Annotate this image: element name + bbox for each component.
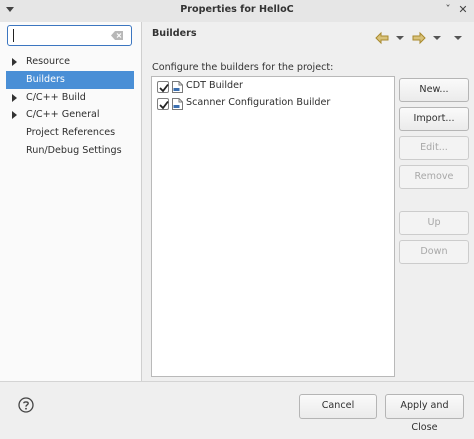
edit-button[interactable]: Edit... — [399, 136, 469, 160]
list-item-cdt-builder[interactable]: CDT Builder — [155, 78, 391, 96]
tree-item-label: C/C++ General — [26, 109, 100, 120]
down-button[interactable]: Down — [399, 240, 469, 264]
checkmark-icon — [159, 83, 169, 93]
builder-label: Scanner Configuration Builder — [186, 97, 331, 108]
close-icon[interactable]: ✕ — [456, 2, 470, 18]
page-description: Configure the builders for the project: — [152, 62, 334, 73]
clear-filter-icon[interactable] — [111, 31, 124, 40]
checkmark-icon — [159, 100, 169, 110]
back-history-dropdown-icon[interactable] — [396, 31, 404, 45]
window-title: Properties for HelloC — [180, 4, 294, 15]
view-menu-icon[interactable] — [454, 31, 462, 45]
remove-button[interactable]: Remove — [399, 165, 469, 189]
back-arrow-icon[interactable] — [375, 31, 389, 45]
page-title: Builders — [152, 28, 197, 39]
apply-and-close-button[interactable]: Apply and Close — [385, 394, 464, 433]
forward-history-dropdown-icon[interactable] — [433, 31, 441, 45]
builder-label: CDT Builder — [186, 80, 243, 91]
builder-file-icon — [172, 81, 183, 93]
tree-item-label: Builders — [26, 74, 65, 85]
list-item-scanner-configuration-builder[interactable]: Scanner Configuration Builder — [155, 95, 391, 113]
tree-item-run-debug-settings[interactable]: Run/Debug Settings — [6, 142, 134, 160]
text-caret — [13, 29, 14, 42]
minimize-icon[interactable]: ˇ — [441, 2, 455, 18]
import-button[interactable]: Import... — [399, 107, 469, 131]
up-button[interactable]: Up — [399, 211, 469, 235]
forward-arrow-icon[interactable] — [412, 31, 426, 45]
tree-item-cpp-general[interactable]: C/C++ General — [6, 106, 134, 124]
tree-item-label: Project References — [26, 127, 116, 138]
expand-arrow-icon[interactable] — [12, 111, 17, 119]
builders-list[interactable] — [151, 76, 395, 377]
expand-arrow-icon[interactable] — [12, 94, 17, 102]
tree-item-label: Run/Debug Settings — [26, 145, 122, 156]
tree-item-resource[interactable]: Resource — [6, 53, 134, 71]
expand-arrow-icon[interactable] — [12, 58, 17, 66]
tree-item-builders[interactable]: Builders — [6, 71, 134, 89]
tree-item-label: C/C++ Build — [26, 92, 86, 103]
tree-item-project-references[interactable]: Project References — [6, 124, 134, 142]
cancel-button[interactable]: Cancel — [299, 394, 377, 419]
builder-checkbox[interactable] — [157, 81, 169, 93]
tree-item-label: Resource — [26, 56, 70, 67]
help-icon[interactable] — [18, 397, 34, 413]
new-button[interactable]: New... — [399, 78, 469, 102]
builder-checkbox[interactable] — [157, 98, 169, 110]
builder-file-icon — [172, 98, 183, 110]
tree-item-cpp-build[interactable]: C/C++ Build — [6, 89, 134, 107]
